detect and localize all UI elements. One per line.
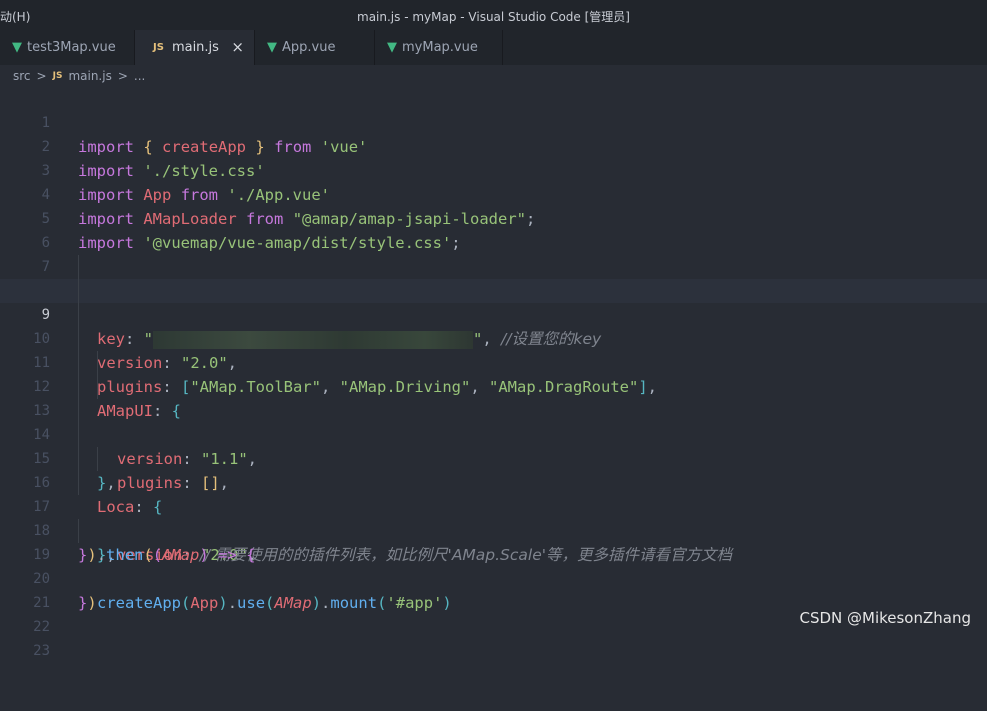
code-line[interactable]: 12 version: "1.1", [0, 351, 987, 468]
breadcrumb-file[interactable]: main.js [68, 69, 111, 83]
code-line[interactable]: 17 }, // 需要使用的的插件列表，如比例尺'AMap.Scale'等，更多… [0, 471, 987, 564]
tab-bar: ▼ test3Map.vue JS main.js × ▼ App.vue ▼ … [0, 30, 987, 65]
breadcrumb-more[interactable]: ... [134, 69, 145, 83]
code-line[interactable]: 14 }, [0, 399, 987, 492]
code-line[interactable]: 3 import App from './App.vue' [0, 135, 987, 204]
tab-main-js[interactable]: JS main.js × [135, 30, 255, 65]
code-line[interactable]: 15 Loca: { [0, 423, 987, 516]
vue-icon: ▼ [267, 40, 277, 55]
code-line-current[interactable]: 9 version: "2.0", [0, 279, 987, 372]
code-line[interactable]: 4 import AMapLoader from "@amap/amap-jsa… [0, 159, 987, 228]
code-line[interactable]: 10 plugins: ["AMap.ToolBar", "AMap.Drivi… [0, 303, 987, 396]
code-line[interactable]: 13 plugins: [], [0, 375, 987, 492]
js-icon: JS [52, 71, 63, 81]
tab-label: App.vue [282, 40, 336, 55]
tab-app-vue[interactable]: ▼ App.vue [255, 30, 375, 65]
code-line[interactable]: 20 }) [0, 543, 987, 612]
breadcrumb-folder[interactable]: src [13, 69, 31, 83]
vue-icon: ▼ [12, 40, 22, 55]
code-line[interactable]: 1 import { createApp } from 'vue' [0, 87, 987, 156]
tab-mymap-vue[interactable]: ▼ myMap.vue [375, 30, 503, 65]
title-bar: 动(H) main.js - myMap - Visual Studio Cod… [0, 0, 987, 30]
code-line[interactable]: 8 key: "", //设置您的key [0, 255, 987, 349]
vue-icon: ▼ [387, 40, 397, 55]
code-line[interactable]: 2 import './style.css' [0, 111, 987, 180]
window-title: main.js - myMap - Visual Studio Code [管理… [357, 10, 630, 24]
line-number: 23 [33, 643, 50, 659]
code-line[interactable]: 6 [0, 207, 987, 251]
code-editor[interactable]: 1 import { createApp } from 'vue' 2 impo… [0, 87, 987, 659]
code-line[interactable]: 5 import '@vuemap/vue-amap/dist/style.cs… [0, 183, 987, 252]
chevron-right-icon: > [117, 69, 128, 83]
code-line[interactable]: 11 AMapUI: { [0, 327, 987, 420]
code-line[interactable]: 19 createApp(App).use(AMap).mount('#app'… [0, 519, 987, 612]
tab-label: myMap.vue [402, 40, 478, 55]
code-line[interactable]: 21 [0, 567, 987, 611]
chevron-right-icon: > [36, 69, 47, 83]
code-line[interactable]: 16 version: "2.0", [0, 447, 987, 564]
tab-label: main.js [171, 40, 219, 55]
code-line[interactable]: 7 AMapLoader.load({ [0, 231, 987, 300]
breadcrumb: src > JS main.js > ... [0, 65, 987, 87]
close-icon[interactable]: × [231, 38, 244, 56]
watermark: CSDN @MikesonZhang [799, 609, 971, 627]
code-line[interactable]: 18 }).then((AMap) => { [0, 495, 987, 564]
tab-test3map[interactable]: ▼ test3Map.vue [0, 30, 135, 65]
js-icon: JS [153, 42, 164, 53]
tab-label: test3Map.vue [27, 40, 116, 55]
